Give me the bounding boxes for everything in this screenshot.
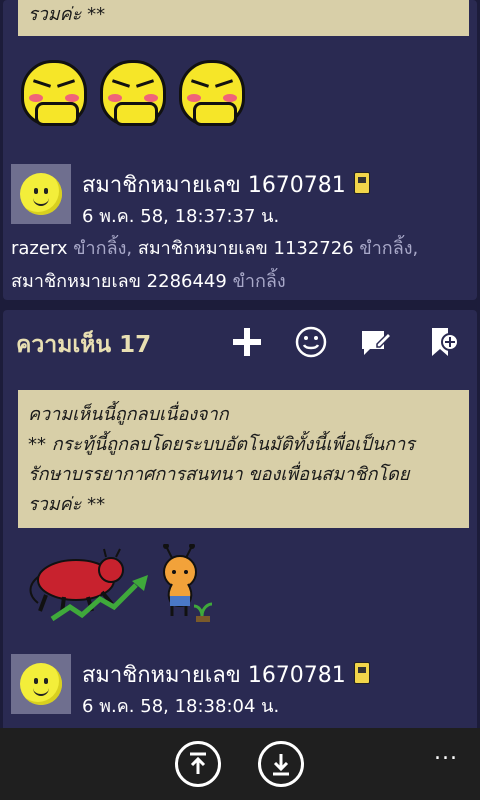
- deleted-notice-text: รวมค่ะ **: [28, 4, 106, 25]
- deleted-notice-line: ** กระทู้นี้ถูกลบโดยระบบอัตโนมัติทั้งนี้…: [28, 434, 415, 455]
- download-icon[interactable]: [258, 741, 304, 787]
- author-name[interactable]: สมาชิกหมายเลข 1670781: [82, 657, 370, 692]
- deleted-notice-line: รักษาบรรยากาศการสนทนา ของเพื่อนสมาชิกโดย: [28, 464, 410, 485]
- author-name-text: สมาชิกหมายเลข 1670781: [82, 663, 346, 688]
- shy-emoji-1: [21, 60, 87, 126]
- comment-timestamp: 6 พ.ค. 58, 18:38:04 น.: [82, 696, 280, 717]
- reaction-list: razerx ขำกลิ้ง, สมาชิกหมายเลข 1132726 ขำ…: [11, 232, 471, 298]
- avatar[interactable]: [11, 164, 71, 224]
- member-badge-icon: [353, 172, 370, 194]
- reactor-name[interactable]: razerx: [11, 238, 68, 259]
- more-options-button[interactable]: ...: [434, 740, 458, 765]
- app-bar: ...: [0, 728, 480, 800]
- bull-sticker: [29, 548, 148, 622]
- author-name-text: สมาชิกหมายเลข 1670781: [82, 173, 346, 198]
- deleted-notice: รวมค่ะ **: [18, 0, 469, 36]
- shy-emoji-3: [179, 60, 245, 126]
- comment-card: ความเห็น 17 ความเห็นนี้ถูกลบเนื่องจาก **…: [3, 310, 477, 728]
- post-timestamp: 6 พ.ค. 58, 18:37:37 น.: [82, 206, 280, 227]
- reply-icon[interactable]: [357, 323, 395, 361]
- avatar[interactable]: [11, 654, 71, 714]
- deleted-notice: ความเห็นนี้ถูกลบเนื่องจาก ** กระทู้นี้ถู…: [18, 390, 469, 528]
- scroll-top-icon[interactable]: [175, 741, 221, 787]
- ant-sticker: [163, 544, 213, 622]
- smiley-icon[interactable]: [292, 323, 330, 361]
- deleted-notice-line: รวมค่ะ **: [28, 494, 106, 515]
- reaction-label: ขำกลิ้ง: [226, 271, 286, 292]
- post-card: รวมค่ะ ** สมาชิกหมายเลข 1670781 6 พ.ค. 5…: [3, 0, 477, 300]
- plus-icon[interactable]: [228, 323, 266, 361]
- author-name[interactable]: สมาชิกหมายเลข 1670781: [82, 167, 370, 202]
- reactor-name[interactable]: สมาชิกหมายเลข 1132726: [138, 238, 354, 259]
- reaction-label: ขำกลิ้ง,: [67, 238, 138, 259]
- member-badge-icon: [353, 662, 370, 684]
- reaction-label: ขำกลิ้ง,: [353, 238, 419, 259]
- content-scroll-area[interactable]: รวมค่ะ ** สมาชิกหมายเลข 1670781 6 พ.ค. 5…: [0, 0, 480, 728]
- shy-emoji-2: [100, 60, 166, 126]
- bookmark-add-icon[interactable]: [424, 323, 462, 361]
- reactor-name[interactable]: สมาชิกหมายเลข 2286449: [11, 271, 227, 292]
- comment-title: ความเห็น 17: [16, 332, 152, 358]
- deleted-notice-line: ความเห็นนี้ถูกลบเนื่องจาก: [28, 404, 229, 425]
